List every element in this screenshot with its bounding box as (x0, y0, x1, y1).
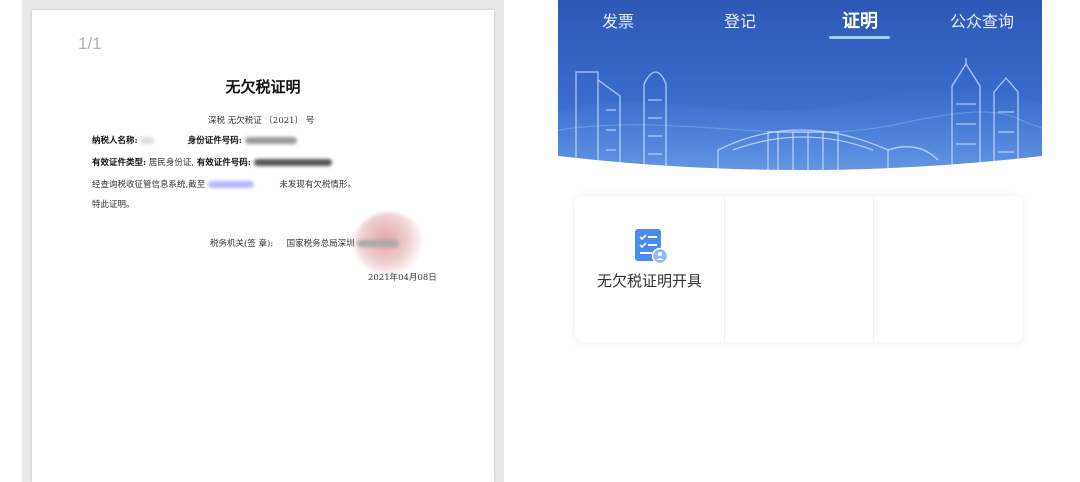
authority-row: 税务机关(签 章): 国家税务总局深圳 (210, 237, 400, 249)
redacted-date (207, 181, 254, 188)
taxpayer-name-label: 纳税人名称: (92, 136, 138, 146)
id-type-row: 有效证件类型: 居民身份证, 有效证件号码: (92, 156, 332, 168)
body-text-start: 经查询税收征管信息系统,截至 (92, 180, 206, 190)
tab-public-query[interactable]: 公众查询 (950, 8, 1014, 32)
authority-name: 国家税务总局深圳 (286, 239, 355, 249)
doc-number: 深税 无欠税证 〔2021〕 号 (208, 116, 315, 126)
taxpayer-row: 纳税人名称: 身份证件号码: (92, 134, 297, 146)
service-empty-slot (724, 196, 874, 342)
document-viewer: 1/1 无欠税证明 深税 无欠税证 〔2021〕 号 纳税人名称: 身份证件号码… (22, 0, 504, 482)
redacted-id-number (244, 137, 297, 144)
id-number-label: 身份证件号码: (187, 136, 242, 146)
redacted-taxpayer-name (140, 137, 155, 144)
redacted-authority-suffix (357, 240, 400, 247)
id-type-value: 居民身份证, (148, 158, 195, 168)
service-no-tax-arrears-certificate[interactable]: 无欠税证明开具 (575, 196, 724, 342)
service-empty-slot (873, 196, 1023, 342)
body-text-row: 经查询税收征管信息系统,截至 未发现有欠税情形。 (92, 178, 356, 190)
header-banner: 发票 登记 证明 公众查询 (558, 0, 1042, 180)
tab-invoice[interactable]: 发票 (602, 8, 634, 32)
service-grid: 无欠税证明开具 (575, 196, 1023, 342)
certificate-title: 无欠税证明 (225, 78, 301, 96)
page-indicator: 1/1 (78, 34, 102, 53)
service-label: 无欠税证明开具 (596, 272, 702, 290)
tab-registration[interactable]: 登记 (724, 8, 756, 32)
body-text-end: 未发现有欠税情形。 (279, 180, 356, 190)
id-type-label: 有效证件类型: (92, 158, 147, 168)
tab-certificate[interactable]: 证明 (842, 7, 878, 33)
certificate-document-icon (633, 228, 669, 270)
issue-date: 2021年04月08日 (368, 273, 437, 283)
active-tab-indicator (829, 36, 890, 39)
certify-text: 特此证明。 (92, 200, 135, 210)
valid-id-number-label: 有效证件号码: (196, 158, 251, 168)
document-page: 1/1 无欠税证明 深税 无欠税证 〔2021〕 号 纳税人名称: 身份证件号码… (32, 10, 494, 482)
authority-label: 税务机关(签 章): (210, 239, 274, 249)
tax-app-panel: 发票 登记 证明 公众查询 无欠税证明开具 (558, 0, 1042, 482)
redacted-valid-id-number (253, 159, 332, 166)
